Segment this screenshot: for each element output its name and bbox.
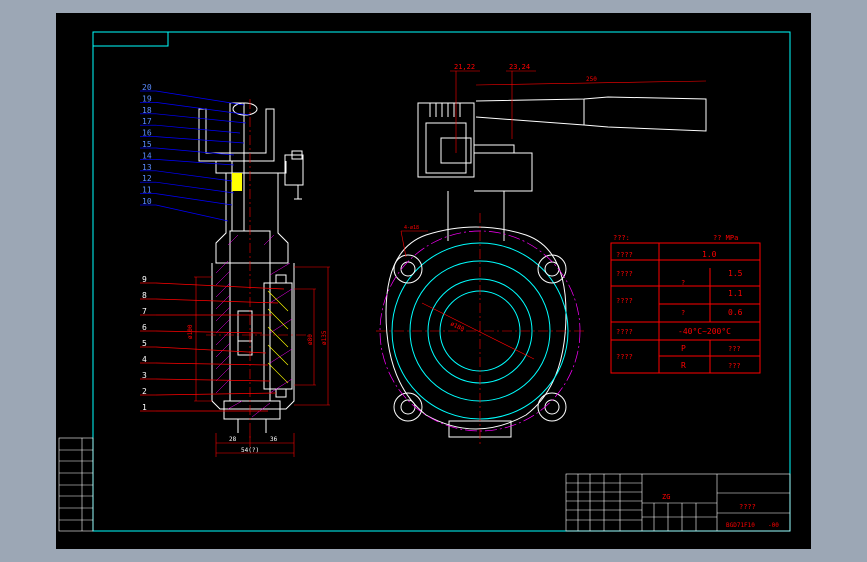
spec-table: ???: ?? MPa ???? 1.0 ???? ? 1.5 1.1 ????… xyxy=(610,234,761,374)
balloon-label-red: 3 xyxy=(142,371,147,380)
title-name: ???? xyxy=(739,503,756,511)
spec-r1-value: 1.5 xyxy=(728,269,743,278)
balloon-leader-blue xyxy=(155,90,245,106)
drawing-sheet: ø100 ø80 ø135 28 36 54(?) 20 19 18 17 16 15 14… xyxy=(56,13,811,549)
balloon-label-blue: 20 xyxy=(142,83,152,92)
dim-d2: ø80 xyxy=(307,334,314,345)
balloon-leader-blue xyxy=(155,159,235,166)
dim-bottom-total: 54(?) xyxy=(241,447,259,454)
title-drawing-suffix: -00 xyxy=(768,522,779,529)
balloon-label-red: 2 xyxy=(142,387,147,396)
spec-r0-label: ???? xyxy=(616,251,633,259)
balloon-leader-blue xyxy=(155,170,233,182)
spec-r1-col2: ? xyxy=(681,279,685,287)
balloon-label-red: 7 xyxy=(142,307,147,316)
balloon-label-blue: 12 xyxy=(142,174,152,183)
balloon-leader-blue xyxy=(155,181,235,194)
balloon-label-red: 4 xyxy=(142,355,147,364)
spec-header-right: ?? MPa xyxy=(713,234,738,242)
spec-r3-col2: ? xyxy=(681,309,685,317)
pcd-label: ø180 xyxy=(449,321,465,334)
callout-a: 21,22 xyxy=(454,63,475,71)
front-view: 21,22 23,24 250 4-ø18 ø180 xyxy=(376,63,707,445)
balloon-leader-blue xyxy=(155,147,235,156)
balloon-leader-red xyxy=(155,330,263,334)
spec-r0-value: 1.0 xyxy=(702,250,717,259)
cad-viewport[interactable]: ø100 ø80 ø135 28 36 54(?) 20 19 18 17 16 15 14… xyxy=(0,0,867,562)
balloon-leader-blue xyxy=(155,124,241,134)
spec-r2-value: 1.1 xyxy=(728,289,743,298)
dim-d3: ø135 xyxy=(321,330,328,345)
spec-r6-col2: R xyxy=(681,361,686,370)
balloon-leader-blue xyxy=(155,113,247,124)
balloon-label-red: 6 xyxy=(142,323,147,332)
spec-r4-value: -40°C~200°C xyxy=(678,327,731,336)
spec-r3-label: ???? xyxy=(616,297,633,305)
dim-bottom-b: 36 xyxy=(270,436,278,443)
balloon-leader-red xyxy=(155,282,285,290)
spec-r5-value: ??? xyxy=(728,345,741,353)
spec-r1-label: ???? xyxy=(616,270,633,278)
handle-length: 250 xyxy=(586,76,597,83)
balloon-label-blue: 10 xyxy=(142,197,152,206)
title-drawing-no: BGD71F10 xyxy=(726,522,755,529)
revision-column xyxy=(58,437,94,532)
title-block: ZG ???? BGD71F10 -00 xyxy=(565,473,791,532)
balloon-label-blue: 13 xyxy=(142,163,152,172)
balloon-leader-blue xyxy=(155,102,251,116)
spec-r4-label: ???? xyxy=(616,328,633,336)
balloon-label-blue: 15 xyxy=(142,140,152,149)
balloon-leader-blue xyxy=(155,204,229,222)
title-material: ZG xyxy=(662,493,670,501)
spec-header-left: ???: xyxy=(613,234,630,242)
balloon-label-blue: 16 xyxy=(142,129,152,138)
balloon-label-red: 5 xyxy=(142,339,147,348)
balloon-label-red: 1 xyxy=(142,403,147,412)
balloon-leader-red xyxy=(155,298,279,304)
balloon-label-red: 9 xyxy=(142,275,147,284)
corner-box xyxy=(92,31,169,47)
balloon-label-red: 8 xyxy=(142,291,147,300)
bolt-note: 4-ø18 xyxy=(404,225,419,231)
callout-b: 23,24 xyxy=(509,63,530,71)
spec-r5-col2: P xyxy=(681,344,686,353)
balloon-leader-red xyxy=(155,378,271,382)
balloon-label-blue: 11 xyxy=(142,186,152,195)
balloon-label-blue: 14 xyxy=(142,151,152,160)
balloon-leader-blue xyxy=(155,193,233,206)
drawing-canvas: ø100 ø80 ø135 28 36 54(?) 20191817161514… xyxy=(58,31,791,532)
balloon-leader-red xyxy=(155,346,267,354)
dim-bottom-a: 28 xyxy=(229,436,237,443)
spec-r3-value: 0.6 xyxy=(728,308,743,317)
balloon-label-blue: 19 xyxy=(142,94,152,103)
balloon-label-blue: 18 xyxy=(142,106,152,115)
balloon-leader-red xyxy=(155,392,277,396)
balloons-blue: 20 19 18 17 16 15 14 13 12 11 10 xyxy=(140,83,251,222)
spec-r6-value: ??? xyxy=(728,362,741,370)
spec-r5-label: ???? xyxy=(616,353,633,361)
balloon-label-blue: 17 xyxy=(142,117,152,126)
balloon-leader-blue xyxy=(155,136,245,144)
